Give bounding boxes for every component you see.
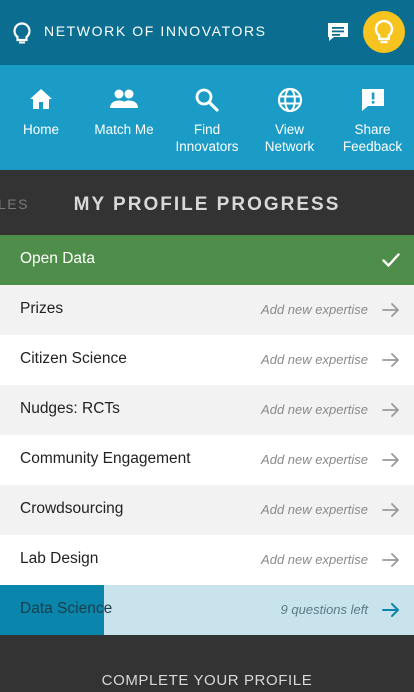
arrow-right-icon — [382, 303, 399, 317]
messages-button[interactable] — [325, 20, 351, 44]
feedback-icon — [361, 89, 384, 111]
arrow-right-icon — [382, 553, 399, 567]
main-nav: Home Match Me Find Innovators View Netwo… — [0, 65, 414, 170]
complete-profile-button[interactable]: COMPLETE YOUR PROFILE — [0, 672, 414, 689]
arrow-right-icon — [382, 603, 399, 617]
nav-share-feedback-label: Share Feedback — [342, 122, 403, 154]
expertise-name: Prizes — [20, 300, 64, 317]
globe-icon — [277, 87, 302, 113]
add-expertise-hint: Add new expertise — [261, 502, 368, 517]
questions-left-hint: 9 questions left — [280, 602, 368, 617]
expertise-name: Nudges: RCTs — [20, 400, 120, 417]
add-expertise-hint: Add new expertise — [261, 552, 368, 567]
expertise-row-data-science[interactable]: Data Science 9 questions left — [0, 585, 414, 635]
progress-header: LES MY PROFILE PROGRESS — [0, 170, 414, 235]
expertise-row-prizes[interactable]: Prizes Add new expertise — [0, 285, 414, 335]
arrow-right-icon — [382, 403, 399, 417]
add-expertise-hint: Add new expertise — [261, 302, 368, 317]
add-expertise-hint: Add new expertise — [261, 452, 368, 467]
nav-view-network[interactable]: View Network — [248, 65, 331, 170]
chat-icon — [328, 23, 348, 41]
app-title: NETWORK OF INNOVATORS — [44, 23, 267, 39]
top-bar: NETWORK OF INNOVATORS — [0, 0, 414, 65]
expertise-name: Data Science — [20, 600, 113, 617]
nav-match-me-label: Match Me — [94, 122, 154, 137]
nav-home-label: Home — [22, 122, 59, 137]
arrow-right-icon — [382, 353, 399, 367]
nav-find-innovators[interactable]: Find Innovators — [166, 65, 248, 170]
expertise-row-community-engagement[interactable]: Community Engagement Add new expertise — [0, 435, 414, 485]
nav-view-network-label: View Network — [264, 122, 315, 154]
expertise-name: Crowdsourcing — [20, 500, 124, 517]
nav-share-feedback[interactable]: Share Feedback — [331, 65, 414, 170]
nav-find-innovators-label: Find Innovators — [175, 122, 239, 154]
nav-home[interactable]: Home — [0, 65, 82, 170]
arrow-right-icon — [382, 453, 399, 467]
expertise-row-open-data[interactable]: Open Data — [0, 235, 414, 285]
page-title: MY PROFILE PROGRESS — [73, 194, 341, 215]
home-icon — [30, 89, 52, 109]
profile-avatar-button[interactable] — [363, 11, 405, 53]
lightbulb-icon — [13, 22, 31, 44]
footer: COMPLETE YOUR PROFILE — [0, 635, 414, 692]
search-icon — [195, 88, 219, 112]
expertise-row-citizen-science[interactable]: Citizen Science Add new expertise — [0, 335, 414, 385]
expertise-row-nudges-rcts[interactable]: Nudges: RCTs Add new expertise — [0, 385, 414, 435]
lightbulb-icon — [374, 19, 394, 44]
arrow-right-icon — [382, 503, 399, 517]
check-icon — [382, 253, 400, 267]
people-icon — [110, 89, 138, 108]
expertise-name: Community Engagement — [20, 450, 191, 467]
add-expertise-hint: Add new expertise — [261, 402, 368, 417]
expertise-row-lab-design[interactable]: Lab Design Add new expertise — [0, 535, 414, 585]
expertise-name: Lab Design — [20, 550, 99, 567]
expertise-name: Open Data — [20, 250, 95, 267]
add-expertise-hint: Add new expertise — [261, 352, 368, 367]
expertise-row-crowdsourcing[interactable]: Crowdsourcing Add new expertise — [0, 485, 414, 535]
nav-match-me[interactable]: Match Me — [82, 65, 166, 170]
expertise-name: Citizen Science — [20, 350, 127, 367]
